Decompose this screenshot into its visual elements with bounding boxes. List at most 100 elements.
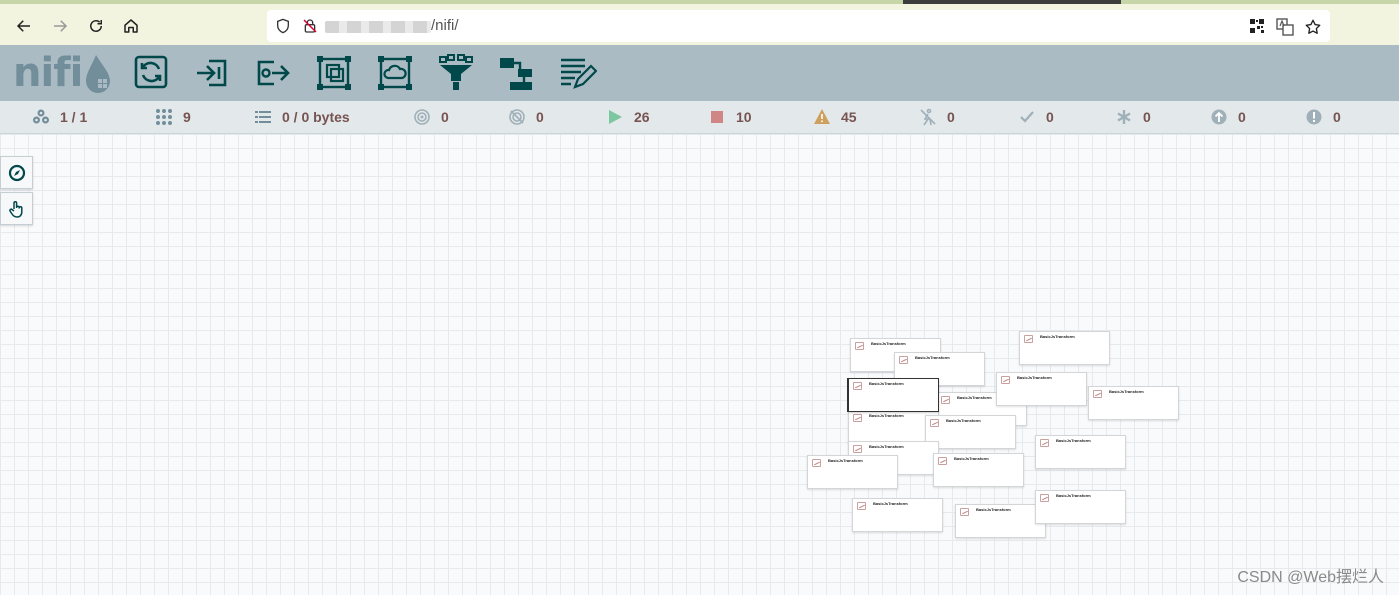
exclamation-circle-icon — [1306, 109, 1322, 125]
operate-button[interactable] — [0, 192, 33, 225]
not-transmitting-stat: 0 — [508, 108, 544, 126]
queued-bytes-stat: 0 / 0 bytes — [254, 108, 350, 126]
disabled-stat: 0 — [919, 108, 955, 126]
processor-icon — [855, 342, 864, 350]
shield-icon[interactable] — [275, 18, 291, 34]
sync-failure-stat: 0 — [1305, 108, 1341, 126]
processor-label: BasicJsTransform — [976, 507, 1011, 512]
reload-button[interactable] — [83, 13, 109, 39]
processor-box[interactable]: BasicJsTransform — [852, 498, 943, 532]
insecure-lock-icon[interactable] — [302, 18, 318, 34]
address-bar[interactable]: /nifi/ — [267, 10, 1330, 42]
stop-icon — [711, 111, 723, 123]
processor-icon — [930, 419, 939, 427]
invalid-value: 45 — [841, 109, 857, 125]
list-icon — [255, 111, 271, 123]
input-port-tool-icon[interactable] — [193, 54, 231, 92]
processor-icon — [960, 508, 969, 516]
process-group-tool-icon[interactable] — [315, 54, 353, 92]
browser-toolbar: /nifi/ — [0, 0, 1399, 45]
star-icon[interactable] — [1304, 18, 1322, 36]
home-button[interactable] — [118, 13, 144, 39]
disabled-icon — [920, 108, 936, 126]
active-threads-value: 1 / 1 — [60, 109, 88, 125]
not-transmitting-icon — [509, 109, 525, 125]
processor-box[interactable]: BasicJsTransform — [1035, 435, 1126, 469]
processor-box[interactable]: BasicJsTransform — [955, 504, 1046, 538]
processor-label: BasicJsTransform — [954, 456, 989, 461]
remote-process-group-tool-icon[interactable] — [376, 54, 414, 92]
processor-tool-icon[interactable] — [132, 54, 170, 92]
processor-label: BasicJsTransform — [1056, 438, 1091, 443]
check-icon — [1020, 111, 1034, 123]
processor-icon — [853, 445, 862, 453]
warning-icon — [814, 109, 830, 124]
processor-icon — [1040, 494, 1049, 502]
stale-value: 0 — [1238, 109, 1246, 125]
processor-label: BasicJsTransform — [869, 444, 904, 449]
processor-label: BasicJsTransform — [1056, 493, 1091, 498]
processor-icon — [1093, 390, 1102, 398]
processor-icon — [1024, 335, 1033, 343]
processor-box-selected[interactable]: BasicJsTransform — [848, 378, 939, 412]
funnel-tool-icon[interactable] — [437, 54, 475, 92]
processor-box[interactable]: BasicJsTransform — [1035, 490, 1126, 524]
processor-icon — [857, 502, 866, 510]
flow-canvas[interactable]: BasicJsTransform BasicJsTransform BasicJ… — [0, 134, 1399, 595]
processor-icon — [853, 382, 862, 390]
up-to-date-stat: 0 — [1018, 108, 1054, 126]
compass-icon — [8, 164, 25, 181]
processor-icon — [1001, 376, 1010, 384]
template-tool-icon[interactable] — [498, 54, 536, 92]
asterisk-icon — [1117, 110, 1131, 124]
processor-box[interactable]: BasicJsTransform — [996, 372, 1087, 406]
navigate-button[interactable] — [0, 156, 33, 189]
up-to-date-value: 0 — [1046, 109, 1054, 125]
transmitting-icon — [414, 109, 430, 125]
locally-modified-value: 0 — [1143, 109, 1151, 125]
watermark: CSDN @Web摆烂人 — [1237, 569, 1384, 586]
arrow-left-icon — [16, 20, 30, 32]
processor-icon — [941, 396, 950, 404]
forward-button[interactable] — [47, 13, 73, 39]
flow-status-bar: 1 / 1 9 0 / 0 bytes 0 0 26 10 45 0 0 0 0… — [0, 101, 1399, 134]
processor-icon — [1040, 439, 1049, 447]
blurred-host — [325, 21, 431, 33]
processor-label: BasicJsTransform — [1017, 375, 1052, 380]
processor-label: BasicJsTransform — [873, 501, 908, 506]
url-path: /nifi/ — [431, 17, 459, 34]
nifi-logo: nifi — [13, 51, 114, 93]
threads-icon — [33, 109, 49, 124]
hand-pointer-icon — [8, 200, 23, 218]
window-title-strip — [903, 0, 1121, 4]
processor-icon — [938, 457, 947, 465]
processor-label: BasicJsTransform — [957, 395, 992, 400]
processor-icon — [853, 414, 862, 422]
queued-objects-icon — [156, 109, 172, 125]
processor-label: BasicJsTransform — [871, 341, 906, 346]
processor-box[interactable]: BasicJsTransform — [1088, 386, 1179, 420]
not-transmitting-value: 0 — [536, 109, 544, 125]
qr-code-icon[interactable] — [1249, 18, 1265, 34]
back-button[interactable] — [11, 13, 37, 39]
logo-text: nifi — [13, 50, 83, 96]
label-tool-icon[interactable] — [559, 54, 598, 92]
stopped-value: 10 — [736, 109, 752, 125]
stopped-stat: 10 — [708, 108, 752, 126]
processor-label: BasicJsTransform — [915, 355, 950, 360]
active-threads-stat: 1 / 1 — [32, 108, 87, 126]
running-value: 26 — [634, 109, 650, 125]
processor-label: BasicJsTransform — [1109, 389, 1144, 394]
processor-label: BasicJsTransform — [1040, 334, 1075, 339]
processor-box[interactable]: BasicJsTransform — [807, 455, 898, 489]
nifi-drop-icon — [86, 55, 111, 93]
processor-box[interactable]: BasicJsTransform — [933, 453, 1024, 487]
running-stat: 26 — [606, 108, 650, 126]
stale-stat: 0 — [1210, 108, 1246, 126]
processor-label: BasicJsTransform — [828, 458, 863, 463]
output-port-tool-icon[interactable] — [254, 54, 292, 92]
total-queued-stat: 9 — [155, 108, 191, 126]
processor-box[interactable]: BasicJsTransform — [1019, 331, 1110, 365]
translate-icon[interactable] — [1276, 18, 1294, 36]
locally-modified-stat: 0 — [1115, 108, 1151, 126]
